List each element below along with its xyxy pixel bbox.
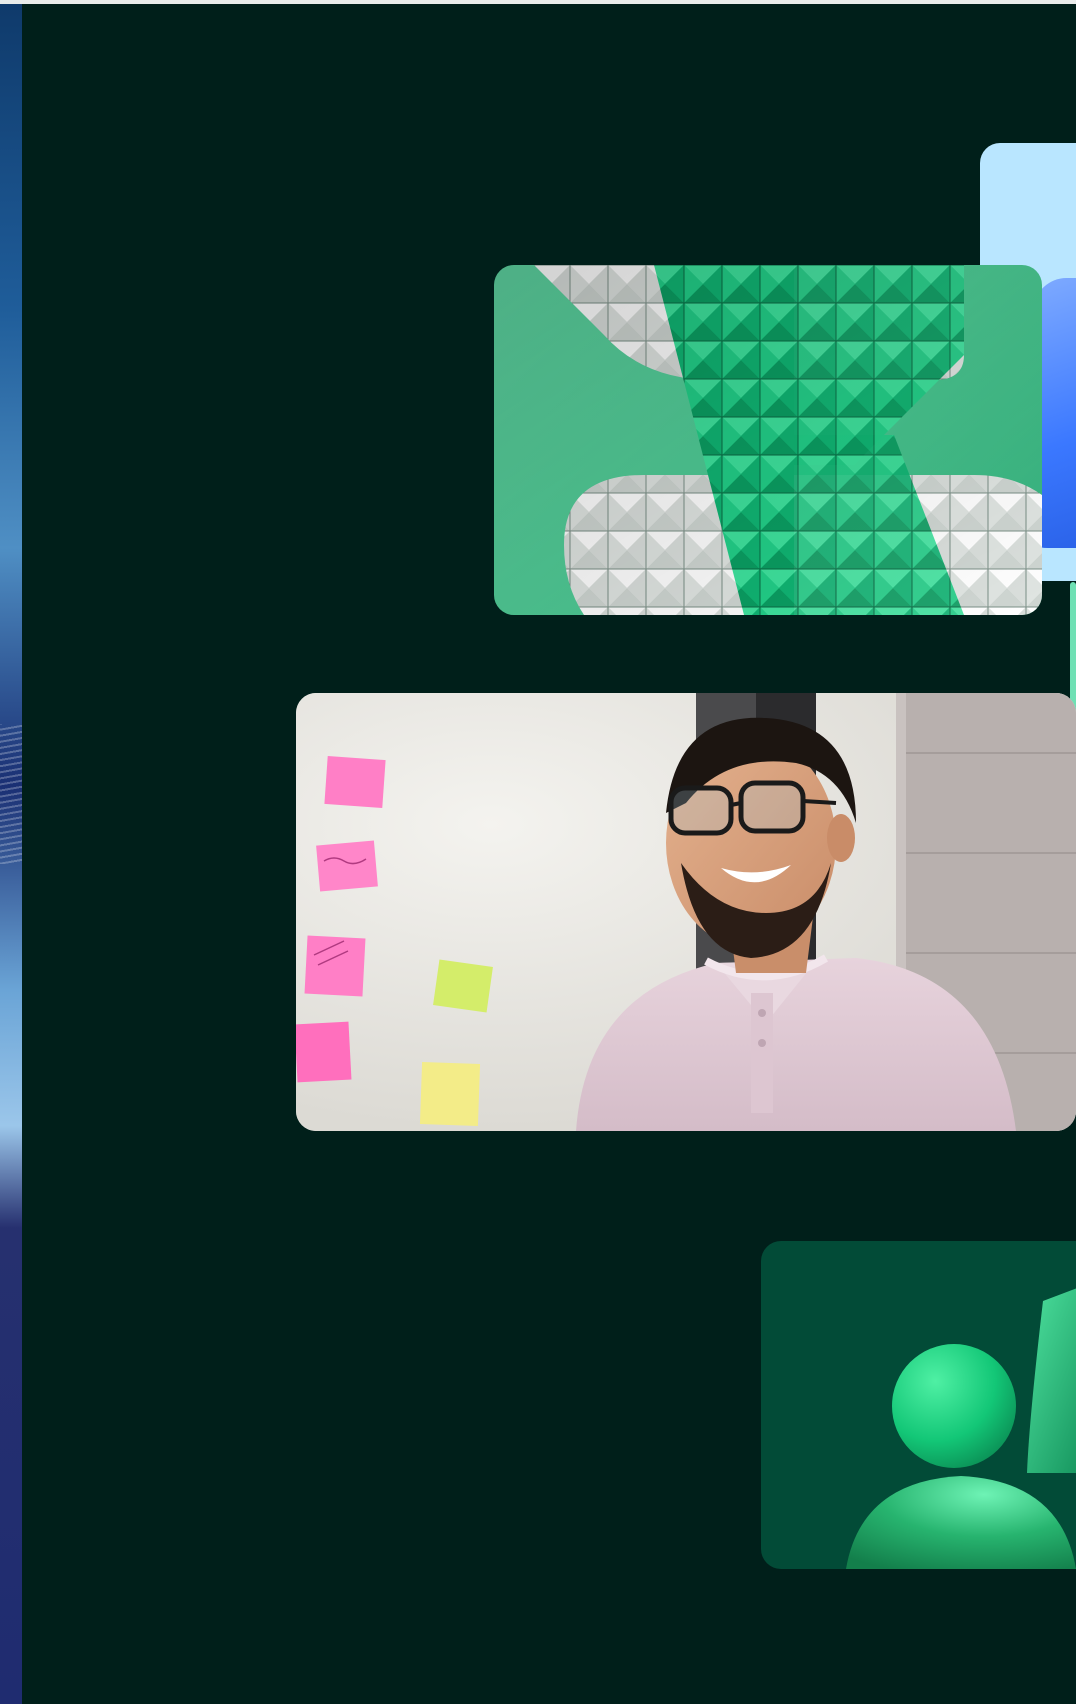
smiling-man-photo (296, 693, 1076, 1131)
photo-card (296, 693, 1076, 1131)
wave-pattern (0, 724, 22, 864)
green-geometric-card (494, 265, 1042, 615)
page (0, 0, 1076, 1704)
side-image-strip (0, 4, 22, 1704)
avatar-card (761, 1241, 1076, 1569)
person-avatar-icon (846, 1288, 1076, 1569)
pyramid-pattern-icon (494, 265, 1042, 615)
